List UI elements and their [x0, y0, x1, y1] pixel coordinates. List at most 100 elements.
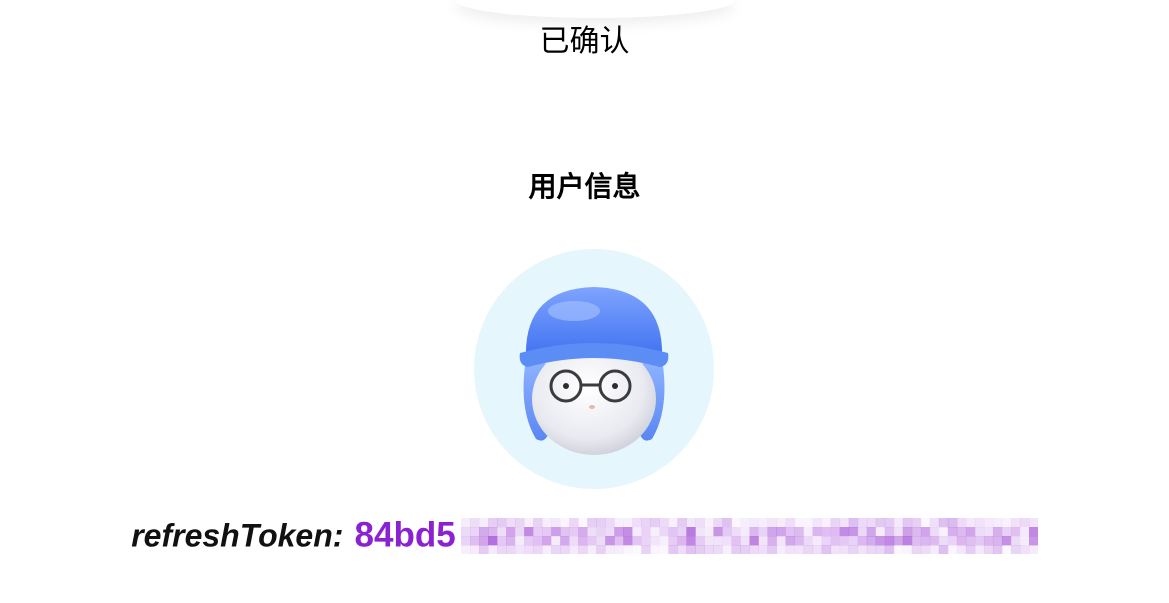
mosaic-cell: [776, 517, 786, 528]
mosaic-cell: [884, 535, 895, 546]
mosaic-cell: [875, 526, 886, 537]
mosaic-cell: [469, 535, 480, 546]
mosaic-cell: [523, 544, 534, 554]
mosaic-cell: [614, 526, 624, 537]
mosaic-cell: [794, 544, 804, 554]
mosaic-cell: [830, 544, 840, 554]
mosaic-cell: [496, 517, 507, 528]
mosaic-cell: [983, 535, 994, 546]
mosaic-cell: [839, 526, 849, 537]
mosaic-cell: [677, 517, 687, 528]
mosaic-cell: [605, 544, 615, 554]
mosaic-cell: [650, 517, 660, 528]
mosaic-cell: [478, 517, 489, 528]
mosaic-cell: [830, 517, 840, 528]
mosaic-cell: [992, 517, 1003, 528]
mosaic-cell: [974, 517, 985, 528]
mosaic-cell: [595, 544, 606, 554]
mosaic-cell: [947, 517, 958, 528]
mosaic-cell: [929, 535, 940, 546]
mosaic-cell: [893, 544, 904, 554]
mosaic-cell: [577, 526, 588, 537]
mosaic-cell: [731, 544, 741, 554]
mosaic-cell: [911, 535, 922, 546]
mosaic-cell: [839, 544, 849, 554]
mosaic-cell: [514, 517, 525, 528]
mosaic-cell: [487, 535, 498, 546]
mosaic-cell: [523, 526, 534, 537]
mosaic-cell: [713, 535, 723, 546]
mosaic-cell: [704, 544, 714, 554]
mosaic-cell: [884, 526, 895, 537]
mosaic-cell: [1028, 535, 1038, 546]
mosaic-cell: [614, 517, 624, 528]
mosaic-cell: [722, 544, 732, 554]
mosaic-cell: [731, 517, 741, 528]
refresh-token-prefix: 84bd5: [354, 515, 456, 555]
mosaic-cell: [875, 517, 886, 528]
mosaic-cell: [875, 544, 886, 554]
mosaic-cell: [992, 526, 1003, 537]
mosaic-cell: [659, 526, 669, 537]
mosaic-cell: [469, 544, 480, 554]
mosaic-cell: [532, 535, 543, 546]
mosaic-cell: [740, 544, 750, 554]
mosaic-cell: [740, 535, 750, 546]
mosaic-cell: [740, 526, 750, 537]
mosaic-cell: [893, 535, 904, 546]
mosaic-cell: [785, 526, 795, 537]
mosaic-cell: [866, 526, 876, 537]
mosaic-cell: [586, 526, 597, 537]
mosaic-cell: [812, 517, 822, 528]
mosaic-cell: [848, 517, 858, 528]
mosaic-cell: [947, 544, 958, 554]
mosaic-cell: [686, 535, 696, 546]
mosaic-cell: [641, 535, 651, 546]
mosaic-cell: [623, 544, 633, 554]
mosaic-cell: [992, 544, 1003, 554]
mosaic-cell: [677, 544, 687, 554]
mosaic-cell: [947, 535, 958, 546]
mosaic-cell: [460, 526, 471, 537]
mosaic-cell: [983, 517, 994, 528]
mosaic-cell: [821, 544, 831, 554]
mosaic-cell: [1001, 517, 1012, 528]
mosaic-cell: [821, 526, 831, 537]
mosaic-cell: [704, 517, 714, 528]
user-avatar: [474, 249, 714, 489]
mosaic-cell: [758, 535, 768, 546]
mosaic-cell: [460, 517, 471, 528]
mosaic-cell: [532, 544, 543, 554]
mosaic-cell: [695, 535, 705, 546]
mosaic-cell: [731, 526, 741, 537]
mosaic-cell: [568, 544, 579, 554]
mosaic-cell: [866, 544, 876, 554]
mosaic-cell: [785, 535, 795, 546]
mosaic-cell: [586, 517, 597, 528]
mosaic-cell: [920, 517, 931, 528]
mosaic-cell: [659, 544, 669, 554]
mosaic-cell: [722, 517, 732, 528]
mosaic-cell: [677, 535, 687, 546]
mosaic-cell: [523, 517, 534, 528]
mosaic-cell: [938, 544, 949, 554]
mosaic-cell: [749, 517, 759, 528]
mosaic-cell: [758, 544, 768, 554]
mosaic-cell: [1019, 526, 1030, 537]
mosaic-cell: [668, 544, 678, 554]
mosaic-cell: [956, 517, 967, 528]
mosaic-cell: [686, 544, 696, 554]
mosaic-cell: [722, 535, 732, 546]
mosaic-cell: [920, 535, 931, 546]
mosaic-cell: [505, 517, 516, 528]
mosaic-cell: [668, 526, 678, 537]
mosaic-cell: [794, 526, 804, 537]
mosaic-cell: [902, 535, 913, 546]
mosaic-cell: [749, 544, 759, 554]
mosaic-cell: [668, 517, 678, 528]
mosaic-cell: [659, 517, 669, 528]
mosaic-cell: [541, 535, 552, 546]
mosaic-cell: [848, 526, 858, 537]
mosaic-cell: [713, 526, 723, 537]
mosaic-cell: [857, 517, 867, 528]
